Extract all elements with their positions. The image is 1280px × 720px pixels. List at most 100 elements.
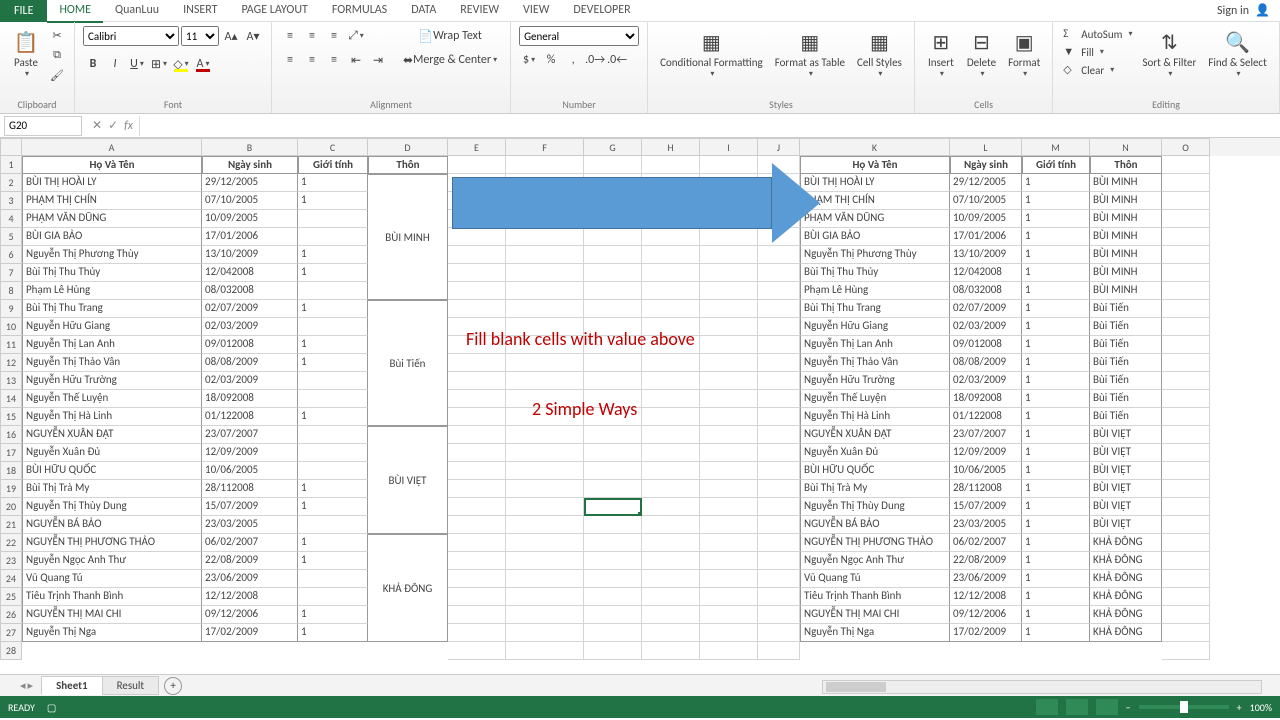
row-header-26[interactable]: 26	[0, 606, 22, 624]
row-header-22[interactable]: 22	[0, 534, 22, 552]
cell[interactable]	[506, 156, 584, 174]
zoom-in-button[interactable]: +	[1237, 701, 1242, 714]
cell[interactable]	[506, 480, 584, 498]
cell[interactable]	[506, 588, 584, 606]
cell[interactable]: Bùi Tiến	[1090, 318, 1162, 336]
cell[interactable]	[506, 534, 584, 552]
cell[interactable]	[506, 516, 584, 534]
cell[interactable]: Thôn	[368, 156, 448, 174]
new-sheet-button[interactable]: +	[164, 677, 182, 695]
percent-format-button[interactable]: %	[541, 50, 561, 70]
copy-button[interactable]: ⧉	[48, 46, 66, 64]
cell[interactable]	[642, 552, 700, 570]
cell[interactable]: BÙI MINH	[1090, 210, 1162, 228]
cell[interactable]: 23/03/2005	[202, 516, 298, 534]
cell[interactable]	[700, 588, 758, 606]
increase-font-button[interactable]: A▴	[221, 26, 241, 46]
cell[interactable]	[448, 588, 506, 606]
cell[interactable]	[758, 264, 800, 282]
cell[interactable]: 15/07/2009	[950, 498, 1022, 516]
comma-format-button[interactable]: ,	[563, 50, 583, 70]
cell[interactable]: 18/092008	[950, 390, 1022, 408]
cell[interactable]	[700, 372, 758, 390]
cell[interactable]	[448, 552, 506, 570]
cell[interactable]: Nguyễn Thị Phương Thùy	[800, 246, 950, 264]
cell[interactable]	[700, 228, 758, 246]
cell[interactable]: 1	[1022, 534, 1090, 552]
cell[interactable]: BÙI MINH	[1090, 228, 1162, 246]
cell[interactable]: 23/06/2009	[202, 570, 298, 588]
tab-home[interactable]: HOME	[47, 0, 103, 23]
cell[interactable]	[298, 282, 368, 300]
borders-button[interactable]: ⊞▾	[149, 54, 169, 74]
cell[interactable]	[448, 354, 506, 372]
cell[interactable]	[1162, 318, 1210, 336]
cell[interactable]	[506, 300, 584, 318]
cell[interactable]	[506, 642, 584, 660]
cell[interactable]	[584, 246, 642, 264]
cell[interactable]	[448, 408, 506, 426]
cell[interactable]	[642, 624, 700, 642]
cell[interactable]: 1	[298, 498, 368, 516]
row-header-2[interactable]: 2	[0, 174, 22, 192]
row-header-13[interactable]: 13	[0, 372, 22, 390]
cell[interactable]: BÙI MINH	[1090, 192, 1162, 210]
sheet-nav-prev[interactable]: ◂	[20, 679, 26, 692]
cell[interactable]: Ngày sinh	[950, 156, 1022, 174]
cell[interactable]: 12/12/2008	[202, 588, 298, 606]
macro-record-icon[interactable]: ▢	[47, 701, 56, 714]
cell[interactable]: Nguyễn Thế Luyện	[800, 390, 950, 408]
cell[interactable]: 23/03/2005	[950, 516, 1022, 534]
cell[interactable]: 01/122008	[202, 408, 298, 426]
cell[interactable]: 1	[1022, 246, 1090, 264]
cell[interactable]: 1	[1022, 354, 1090, 372]
format-cells-button[interactable]: ▣Format▾	[1004, 26, 1044, 81]
row-header-18[interactable]: 18	[0, 462, 22, 480]
cell[interactable]: 09/12/2006	[202, 606, 298, 624]
cell[interactable]: NGUYỄN THỊ MAI CHI	[22, 606, 202, 624]
cell[interactable]: 1	[1022, 264, 1090, 282]
zoom-level[interactable]: 100%	[1250, 701, 1272, 714]
tab-pagelayout[interactable]: PAGE LAYOUT	[229, 0, 319, 23]
tab-formulas[interactable]: FORMULAS	[320, 0, 399, 23]
row-header-28[interactable]: 28	[0, 642, 22, 660]
cell[interactable]: Bùi Thị Thu Trang	[800, 300, 950, 318]
cell[interactable]	[700, 390, 758, 408]
file-tab[interactable]: FILE	[0, 0, 47, 22]
cell[interactable]	[758, 336, 800, 354]
col-header-A[interactable]: A	[22, 138, 202, 156]
cell[interactable]	[758, 372, 800, 390]
cell[interactable]: PHẠM VĂN DŨNG	[800, 210, 950, 228]
cell[interactable]	[584, 606, 642, 624]
cell[interactable]: 23/07/2007	[950, 426, 1022, 444]
cell[interactable]	[1162, 444, 1210, 462]
cell[interactable]: BÙI HỮU QUỐC	[800, 462, 950, 480]
cell[interactable]: NGUYỄN XUÂN ĐẠT	[800, 426, 950, 444]
cell[interactable]	[758, 444, 800, 462]
cell[interactable]: Nguyễn Thị Lan Anh	[22, 336, 202, 354]
cell[interactable]: Nguyễn Thị Thùy Dung	[800, 498, 950, 516]
cell[interactable]	[584, 624, 642, 642]
cell[interactable]	[758, 246, 800, 264]
clear-button[interactable]: ◇Clear▾	[1061, 62, 1134, 78]
tab-insert[interactable]: INSERT	[171, 0, 229, 23]
normal-view-button[interactable]	[1036, 699, 1058, 715]
row-header-12[interactable]: 12	[0, 354, 22, 372]
fill-button[interactable]: ▼Fill▾	[1061, 44, 1134, 60]
cell[interactable]: 1	[298, 624, 368, 642]
format-as-table-button[interactable]: ▦Format as Table▾	[771, 26, 849, 81]
cell[interactable]	[506, 228, 584, 246]
cell[interactable]: 1	[1022, 426, 1090, 444]
align-top-button[interactable]: ≡	[280, 26, 300, 46]
cell[interactable]	[298, 462, 368, 480]
cell[interactable]: 12/09/2009	[202, 444, 298, 462]
cell[interactable]	[448, 516, 506, 534]
cell[interactable]	[1162, 552, 1210, 570]
row-header-6[interactable]: 6	[0, 246, 22, 264]
cell[interactable]: KHẢ ĐÔNG	[1090, 588, 1162, 606]
cell[interactable]	[584, 534, 642, 552]
cell[interactable]	[642, 156, 700, 174]
cell[interactable]	[584, 480, 642, 498]
delete-cells-button[interactable]: ⊟Delete▾	[963, 26, 1000, 81]
col-header-F[interactable]: F	[506, 138, 584, 156]
